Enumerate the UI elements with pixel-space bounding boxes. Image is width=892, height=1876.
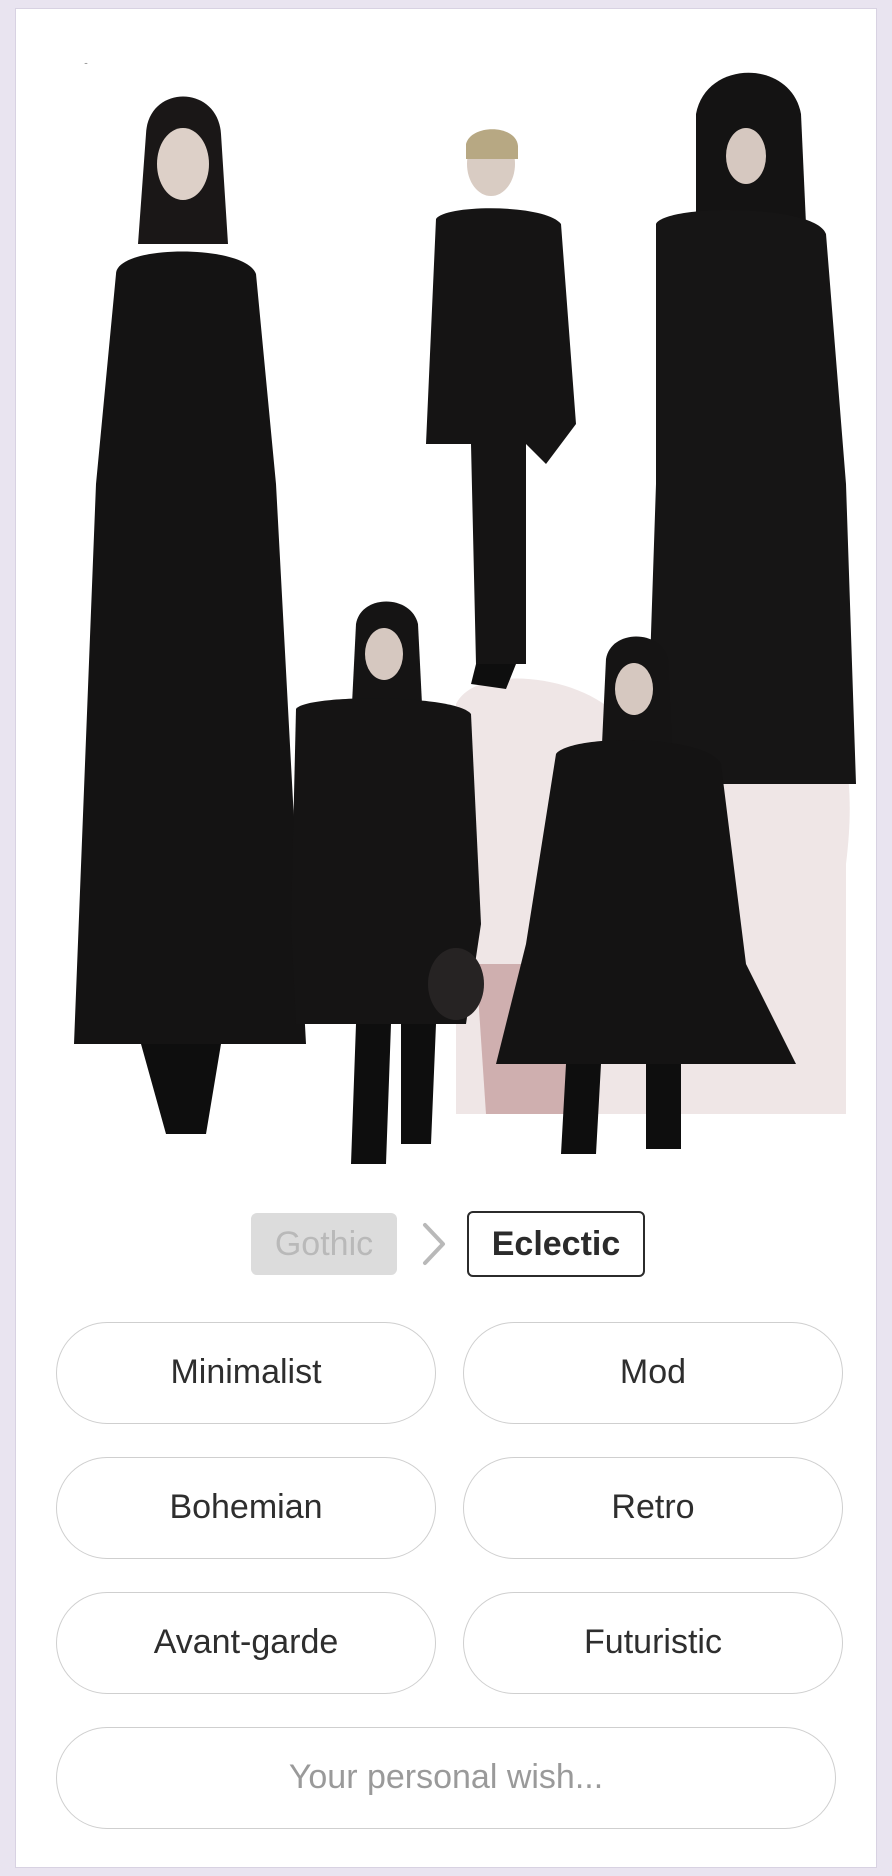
option-avant-garde[interactable]: Avant-garde <box>56 1592 436 1694</box>
option-bohemian[interactable]: Bohemian <box>56 1457 436 1559</box>
outfit-image <box>56 64 856 1169</box>
style-card: Gothic Eclectic Minimalist Mod Bohemian … <box>15 8 877 1868</box>
chevron-right-icon <box>423 1223 445 1265</box>
previous-style-chip: Gothic <box>251 1213 397 1275</box>
option-mod[interactable]: Mod <box>463 1322 843 1424</box>
option-retro[interactable]: Retro <box>463 1457 843 1559</box>
current-style-chip[interactable]: Eclectic <box>467 1211 645 1277</box>
option-minimalist[interactable]: Minimalist <box>56 1322 436 1424</box>
style-chain: Gothic Eclectic <box>16 1209 878 1277</box>
personal-wish-input[interactable]: Your personal wish... <box>56 1727 836 1829</box>
option-futuristic[interactable]: Futuristic <box>463 1592 843 1694</box>
